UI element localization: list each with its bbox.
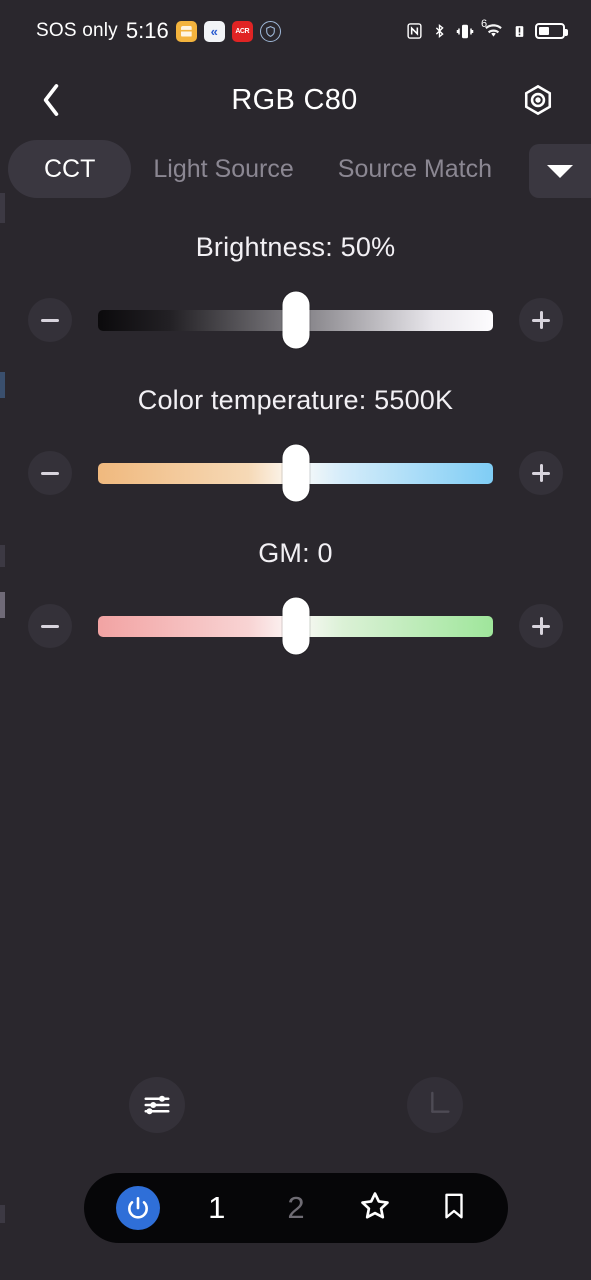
axis-icon-button[interactable] [407,1077,463,1133]
favorite-button[interactable] [345,1180,405,1236]
gm-decrease-button[interactable] [28,604,72,648]
nfc-icon [406,22,423,40]
status-bar-right: 6 [406,18,568,41]
tool-row [0,1077,591,1133]
app-screen: SOS only 5:16 « ACR 6 RGB C80 CCT Light … [0,0,591,1280]
color-temperature-label: Color temperature: 5500K [137,385,454,415]
notes-app-icon [175,20,197,42]
app-header: RGB C80 [0,62,591,138]
edge-artifact [0,545,5,567]
color-temperature-control: Color temperature: 5500K [0,385,591,502]
bottom-action-bar: 1 2 [84,1173,508,1243]
wifi-6-icon: 6 [481,18,504,40]
preset-1-button[interactable]: 1 [187,1180,247,1236]
control-list: Brightness: 50% Color temperature: 5500K [0,200,591,655]
status-bar: SOS only 5:16 « ACR 6 [0,0,591,62]
preset-2-button[interactable]: 2 [266,1180,326,1236]
bookmark-button[interactable] [424,1180,484,1236]
gm-control: GM: 0 [0,538,591,655]
edge-artifact [0,1205,5,1223]
messenger-app-icon: « [203,20,225,42]
wifi-generation-label: 6 [481,18,488,30]
color-temperature-thumb[interactable] [282,444,309,502]
color-temperature-slider[interactable] [98,444,493,502]
brightness-thumb[interactable] [282,291,309,349]
gm-increase-button[interactable] [519,604,563,648]
tabs-dropdown-button[interactable] [529,144,591,198]
star-icon [358,1189,392,1228]
chevron-down-icon [547,164,573,178]
preset-1-label: 1 [208,1190,226,1225]
edge-artifact [0,372,5,398]
bluetooth-icon [432,21,447,41]
sliders-icon-button[interactable] [129,1077,185,1133]
preset-2-label: 2 [287,1190,305,1225]
brightness-control: Brightness: 50% [0,232,591,349]
tab-light-source[interactable]: Light Source [131,140,315,198]
brightness-increase-button[interactable] [519,298,563,342]
status-bar-left: SOS only 5:16 « ACR [36,18,281,44]
page-title: RGB C80 [231,83,358,116]
clock-label: 5:16 [125,18,169,43]
settings-icon[interactable] [515,77,561,123]
mode-tabs: CCT Light Source Source Match [0,138,591,200]
acr-recorder-app-icon: ACR [231,20,253,42]
gm-label: GM: 0 [258,538,333,568]
vibrate-icon [456,22,474,41]
bookmark-icon [439,1189,469,1228]
brightness-slider[interactable] [98,291,493,349]
brightness-decrease-button[interactable] [28,298,72,342]
battery-fill [539,27,549,35]
power-icon [115,1186,160,1230]
gm-thumb[interactable] [282,597,309,655]
gm-slider-row [0,597,591,655]
alert-icon [513,22,526,41]
brightness-label: Brightness: 50% [195,232,396,262]
shield-app-icon [259,20,281,42]
color-temperature-increase-button[interactable] [519,451,563,495]
battery-icon [535,23,568,39]
power-button[interactable] [108,1180,168,1236]
tab-cct[interactable]: CCT [8,140,132,198]
color-temperature-slider-row [0,444,591,502]
tab-source-match[interactable]: Source Match [316,140,514,198]
back-button[interactable] [28,77,74,123]
color-temperature-decrease-button[interactable] [28,451,72,495]
carrier-label: SOS only [36,20,118,41]
brightness-slider-row [0,291,591,349]
gm-slider[interactable] [98,597,493,655]
edge-artifact [0,592,5,618]
